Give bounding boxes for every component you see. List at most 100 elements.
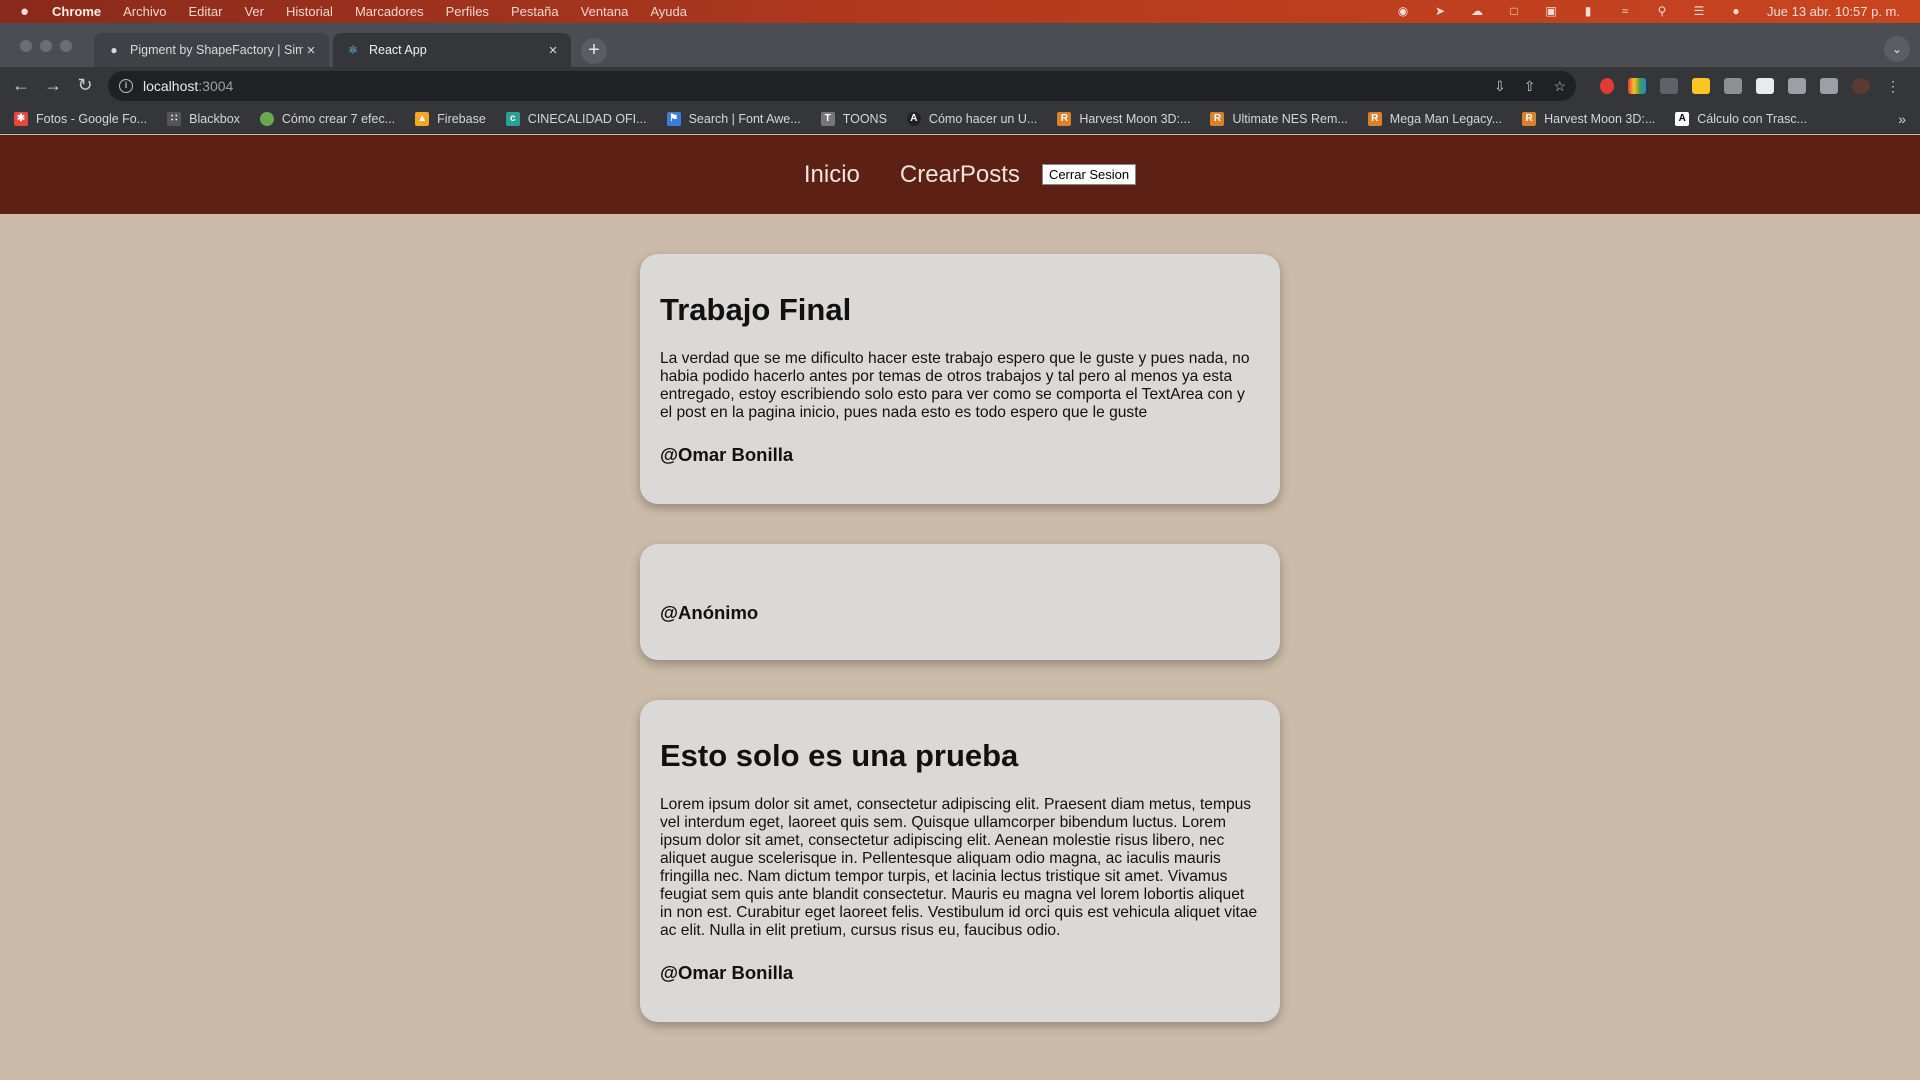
menu-editar[interactable]: Editar xyxy=(188,4,222,19)
leaf-icon xyxy=(259,111,274,126)
reload-icon[interactable]: ↻ xyxy=(69,75,101,96)
window-controls xyxy=(20,40,72,52)
menu-app-chrome[interactable]: Chrome xyxy=(52,4,101,19)
menu-perfiles[interactable]: Perfiles xyxy=(446,4,489,19)
page-viewport: Inicio CrearPosts Cerrar Sesion Trabajo … xyxy=(0,135,1920,1080)
address-bar[interactable]: i localhost:3004 ⇩ ⇧ ☆ xyxy=(108,71,1576,101)
back-arrow-icon[interactable]: ← xyxy=(5,75,37,96)
bookmark-item[interactable]: R Harvest Moon 3D:... xyxy=(1057,111,1190,126)
nav-link-inicio[interactable]: Inicio xyxy=(804,161,860,189)
post-author: @Omar Bonilla xyxy=(660,444,794,465)
flag-icon: ⚑ xyxy=(666,111,681,126)
install-app-icon[interactable]: ⇩ xyxy=(1494,78,1506,95)
menu-status-area: ◉ ➤ ☁ □ ▣ ▮ ≈ ⚲ ☰ ● Jue 13 abr. 10:57 p.… xyxy=(1395,0,1900,23)
tab-title: React App xyxy=(369,43,427,57)
react-icon: ⚛ xyxy=(347,43,359,57)
post-author: @Anónimo xyxy=(660,602,759,623)
cloud-icon[interactable]: ☁ xyxy=(1469,5,1485,18)
battery-icon[interactable]: ▮ xyxy=(1580,5,1596,18)
new-tab-button[interactable]: + xyxy=(581,38,607,64)
site-navbar: Inicio CrearPosts Cerrar Sesion xyxy=(0,135,1920,214)
post-card: Esto solo es una prueba Lorem ipsum dolo… xyxy=(640,700,1280,1022)
bookmark-item[interactable]: A Cálculo con Trasc... xyxy=(1675,111,1807,126)
post-title: Esto solo es una prueba xyxy=(660,738,1019,773)
bookmark-item[interactable]: R Mega Man Legacy... xyxy=(1367,111,1502,126)
extensions-puzzle-icon[interactable] xyxy=(1788,78,1806,94)
omnibox-actions: ⇩ ⇧ ☆ xyxy=(1494,78,1566,95)
r-icon: R xyxy=(1057,111,1072,126)
r-icon: R xyxy=(1210,111,1225,126)
menu-ventana[interactable]: Ventana xyxy=(581,4,629,19)
menu-marcadores[interactable]: Marcadores xyxy=(355,4,424,19)
extension-t-icon[interactable] xyxy=(1692,78,1710,94)
bookmark-item[interactable]: ✱ Fotos - Google Fo... xyxy=(14,111,147,126)
extension-window-icon[interactable] xyxy=(1756,78,1774,94)
toons-icon: T xyxy=(820,111,835,126)
menu-archivo[interactable]: Archivo xyxy=(123,4,166,19)
logout-button[interactable]: Cerrar Sesion xyxy=(1041,164,1137,185)
bookmark-item[interactable]: Cómo crear 7 efec... xyxy=(259,111,395,126)
search-icon[interactable]: ⚲ xyxy=(1654,5,1670,18)
bookmarks-overflow-icon[interactable]: » xyxy=(1898,111,1906,127)
profile-avatar[interactable] xyxy=(1852,78,1870,94)
extension-red-icon[interactable] xyxy=(1600,78,1614,94)
close-icon[interactable]: × xyxy=(545,42,561,59)
close-window-button[interactable] xyxy=(20,40,32,52)
post-body: La verdad que se me dificulto hacer este… xyxy=(660,350,1250,421)
calendar-icon[interactable]: ▣ xyxy=(1543,5,1559,18)
a-icon: A xyxy=(1675,111,1690,126)
zoom-window-button[interactable] xyxy=(60,40,72,52)
post-card: Trabajo Final La verdad que se me dificu… xyxy=(640,254,1280,504)
info-icon[interactable]: i xyxy=(119,79,133,93)
minimize-window-button[interactable] xyxy=(40,40,52,52)
apple-menu-icon[interactable]: ● xyxy=(20,3,36,20)
menu-historial[interactable]: Historial xyxy=(286,4,333,19)
extension-c-icon[interactable] xyxy=(1660,78,1678,94)
url-host: localhost xyxy=(143,78,199,94)
nav-link-crear-posts[interactable]: CrearPosts xyxy=(900,161,1020,189)
droplet-icon: ● xyxy=(110,43,118,57)
bookmark-star-icon[interactable]: ☆ xyxy=(1553,78,1566,95)
tab-pigment[interactable]: ● Pigment by ShapeFactory | Sim × xyxy=(94,33,329,67)
menu-clock[interactable]: Jue 13 abr. 10:57 p. m. xyxy=(1767,4,1900,19)
control-center-icon[interactable]: ☰ xyxy=(1691,5,1707,18)
share-icon[interactable]: ⇧ xyxy=(1524,78,1536,95)
google-photos-icon: ✱ xyxy=(14,111,28,126)
post-body: Lorem ipsum dolor sit amet, consectetur … xyxy=(660,796,1258,939)
forward-arrow-icon[interactable]: → xyxy=(37,75,69,96)
bookmark-item[interactable]: R Ultimate NES Rem... xyxy=(1210,111,1348,126)
window-icon[interactable]: □ xyxy=(1506,5,1522,18)
circle-a-icon: A xyxy=(906,111,921,126)
bookmark-item[interactable]: c CINECALIDAD OFI... xyxy=(505,111,647,126)
firebase-icon: ▲ xyxy=(415,111,430,126)
bookmark-item[interactable]: ∷ Blackbox xyxy=(167,111,240,126)
bookmark-item[interactable]: A Cómo hacer un U... xyxy=(906,111,1037,126)
wifi-icon[interactable]: ≈ xyxy=(1617,5,1633,18)
bookmark-item[interactable]: ▲ Firebase xyxy=(415,111,486,126)
r-icon: R xyxy=(1522,111,1537,126)
posts-list: Trabajo Final La verdad que se me dificu… xyxy=(640,254,1280,1022)
bookmarks-bar: ✱ Fotos - Google Fo... ∷ Blackbox Cómo cre… xyxy=(0,104,1920,134)
tab-search-button[interactable]: ⌄ xyxy=(1884,36,1910,62)
r-icon: R xyxy=(1367,111,1382,126)
more-menu-icon[interactable]: ⋮ xyxy=(1884,78,1902,94)
side-panel-icon[interactable] xyxy=(1820,78,1838,94)
extension-gray-icon[interactable] xyxy=(1724,78,1742,94)
bookmark-item[interactable]: T TOONS xyxy=(820,111,887,126)
menu-ayuda[interactable]: Ayuda xyxy=(650,4,687,19)
cinecalidad-icon: c xyxy=(505,111,520,126)
telegram-icon[interactable]: ➤ xyxy=(1432,5,1448,18)
siri-icon[interactable]: ● xyxy=(1728,5,1744,18)
bookmark-item[interactable]: R Harvest Moon 3D:... xyxy=(1522,111,1655,126)
tab-title: Pigment by ShapeFactory | Sim xyxy=(130,43,303,57)
menu-pestana[interactable]: Pestaña xyxy=(511,4,559,19)
blackbox-icon: ∷ xyxy=(167,111,182,126)
extension-color-grid-icon[interactable] xyxy=(1628,78,1646,94)
close-icon[interactable]: × xyxy=(303,42,319,59)
screen-record-icon[interactable]: ◉ xyxy=(1395,5,1411,18)
tab-react-app[interactable]: ⚛ React App × xyxy=(333,33,571,67)
url-port: :3004 xyxy=(198,78,234,94)
bookmark-item[interactable]: ⚑ Search | Font Awe... xyxy=(666,111,801,126)
menu-ver[interactable]: Ver xyxy=(244,4,264,19)
post-author: @Omar Bonilla xyxy=(660,962,794,983)
